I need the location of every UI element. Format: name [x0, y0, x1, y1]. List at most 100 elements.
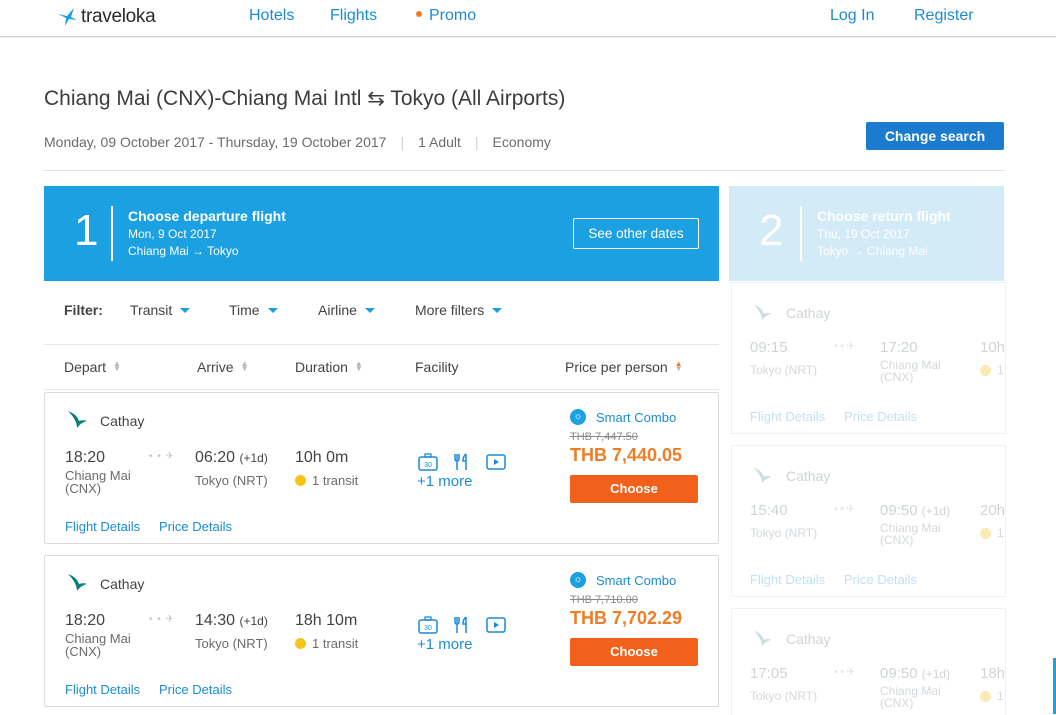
top-nav-bar: traveloka Hotels Flights Promo Log In Re… — [0, 0, 1056, 37]
flight-duration: 10h 0m — [295, 449, 349, 466]
original-price: THB 7,710.00 — [570, 594, 638, 606]
step-number: 1 — [74, 206, 99, 255]
promo-dot-icon — [416, 10, 422, 17]
login-link[interactable]: Log In — [830, 7, 874, 25]
arrival-airport: Chiang Mai (CNX) — [880, 358, 941, 384]
day-offset: (+1d) — [921, 667, 951, 681]
choose-button[interactable]: Choose — [570, 638, 698, 666]
flight-card[interactable]: Cathay 18:20 Chiang Mai (CNX) • • ✈ 14:3… — [44, 555, 719, 707]
sort-icon: ▲ ▼ — [113, 359, 121, 374]
price-details-link: Price Details — [844, 409, 917, 424]
day-offset: (+1d) — [239, 451, 268, 465]
filter-more[interactable]: More filters — [415, 302, 503, 318]
transit-label: 1 — [997, 526, 1004, 540]
arrival-airport: Chiang Mai (CNX) — [880, 521, 941, 547]
sort-duration[interactable]: Duration ▲ ▼ — [295, 359, 363, 375]
svg-text:30: 30 — [424, 462, 432, 469]
filter-transit-label: Transit — [130, 302, 173, 318]
transit-dot-icon — [980, 527, 991, 539]
sort-icon: ▲ ▼ — [240, 359, 249, 374]
sort-icon: ▲ ▼ — [674, 359, 683, 374]
cathay-logo-icon — [68, 411, 87, 428]
lightbulb-icon: ☼ — [570, 409, 586, 425]
sort-duration-label: Duration — [295, 359, 348, 375]
cathay-logo-icon — [753, 630, 772, 647]
arrival-time: 14:30 — [195, 612, 236, 629]
flight-details-link[interactable]: Flight Details — [65, 519, 140, 534]
entertainment-icon — [486, 617, 506, 633]
filter-label: Filter: — [64, 302, 103, 318]
day-offset: (+1d) — [239, 614, 268, 628]
filter-time[interactable]: Time — [229, 302, 278, 318]
sort-price-label: Price per person — [565, 359, 668, 375]
flight-duration: 20h — [980, 502, 1006, 519]
arrival-time-group: 09:50 (+1d) — [880, 502, 950, 519]
baggage-icon: 30 — [418, 616, 438, 634]
search-summary: Monday, 09 October 2017 - Thursday, 19 O… — [44, 134, 551, 150]
plane-icon: • • ✈ — [149, 614, 175, 625]
plane-icon: • • ✈ — [834, 341, 855, 352]
arrival-time: 09:50 — [880, 665, 918, 682]
departure-step-panel: 1 Choose departure flight Mon, 9 Oct 201… — [44, 186, 719, 281]
transit-info: 1 transit — [295, 473, 358, 488]
sort-icon: ▲ ▼ — [354, 359, 363, 374]
flight-duration: 10h — [980, 339, 1006, 356]
filter-transit[interactable]: Transit — [130, 302, 191, 318]
transit-dot-icon — [980, 690, 991, 702]
facility-icons: 30 — [418, 453, 506, 471]
arrival-time-group: 17:20 — [880, 339, 918, 356]
transit-info: 1 transit — [295, 636, 358, 651]
arrival-airport: Chiang Mai (CNX) — [880, 684, 941, 710]
step-number: 2 — [759, 206, 784, 255]
smart-combo-label: Smart Combo — [596, 409, 677, 425]
filter-airline-label: Airline — [318, 302, 357, 318]
flight-duration: 18h 10m — [295, 612, 358, 629]
plane-icon: • • ✈ — [834, 667, 855, 678]
flight-price: THB 7,702.29 — [570, 608, 683, 628]
nav-hotels[interactable]: Hotels — [249, 7, 294, 25]
sort-arrive-label: Arrive — [197, 359, 234, 375]
svg-text:30: 30 — [424, 625, 432, 632]
traveloka-bird-icon — [58, 8, 77, 26]
flight-details-link[interactable]: Flight Details — [65, 682, 140, 697]
more-facilities-link[interactable]: +1 more — [417, 473, 472, 490]
departure-time: 17:05 — [750, 665, 788, 682]
step-title: Choose return flight — [817, 208, 951, 224]
more-facilities-link[interactable]: +1 more — [417, 636, 472, 653]
price-details-link[interactable]: Price Details — [159, 682, 232, 697]
sort-depart[interactable]: Depart ▲ ▼ — [64, 359, 121, 375]
logo-text: traveloka — [81, 6, 156, 27]
see-other-dates-button[interactable]: See other dates — [573, 218, 699, 249]
nav-promo-label: Promo — [429, 7, 477, 24]
register-link[interactable]: Register — [914, 7, 974, 25]
sort-arrive[interactable]: Arrive ▲ ▼ — [197, 359, 248, 375]
divider — [111, 206, 113, 261]
transit-dot-icon — [295, 638, 306, 649]
departure-airport: Tokyo (NRT) — [750, 363, 818, 377]
nav-promo[interactable]: Promo — [416, 7, 476, 25]
transit-info: 1 — [980, 689, 1004, 703]
nav-flights[interactable]: Flights — [330, 7, 377, 25]
choose-button[interactable]: Choose — [570, 475, 698, 503]
price-details-link[interactable]: Price Details — [159, 519, 232, 534]
step-route: Chiang Mai → Tokyo — [128, 244, 239, 258]
divider — [800, 206, 802, 261]
divider — [44, 170, 1004, 171]
flight-card[interactable]: Cathay 18:20 Chiang Mai (CNX) • • ✈ 06:2… — [44, 392, 719, 544]
plane-icon: • • ✈ — [149, 451, 175, 462]
day-offset: (+1d) — [921, 504, 951, 518]
traveloka-logo[interactable]: traveloka — [56, 6, 156, 28]
cathay-logo-icon — [753, 304, 772, 321]
filter-airline[interactable]: Airline — [318, 302, 375, 318]
transit-info: 1 — [980, 526, 1004, 540]
airline-name: Cathay — [786, 305, 831, 321]
chevron-down-icon — [364, 307, 375, 313]
transit-dot-icon — [980, 364, 991, 376]
change-search-button[interactable]: Change search — [866, 122, 1004, 150]
arrival-time-group: 09:50 (+1d) — [880, 665, 950, 682]
return-step-panel: 2 Choose return flight Thu, 19 Oct 2017 … — [729, 186, 1004, 281]
airline-name: Cathay — [786, 631, 831, 647]
arrival-time-group: 14:30 (+1d) — [195, 612, 268, 630]
sort-price[interactable]: Price per person ▲ ▼ — [565, 359, 683, 375]
flight-duration: 18h — [980, 665, 1006, 682]
